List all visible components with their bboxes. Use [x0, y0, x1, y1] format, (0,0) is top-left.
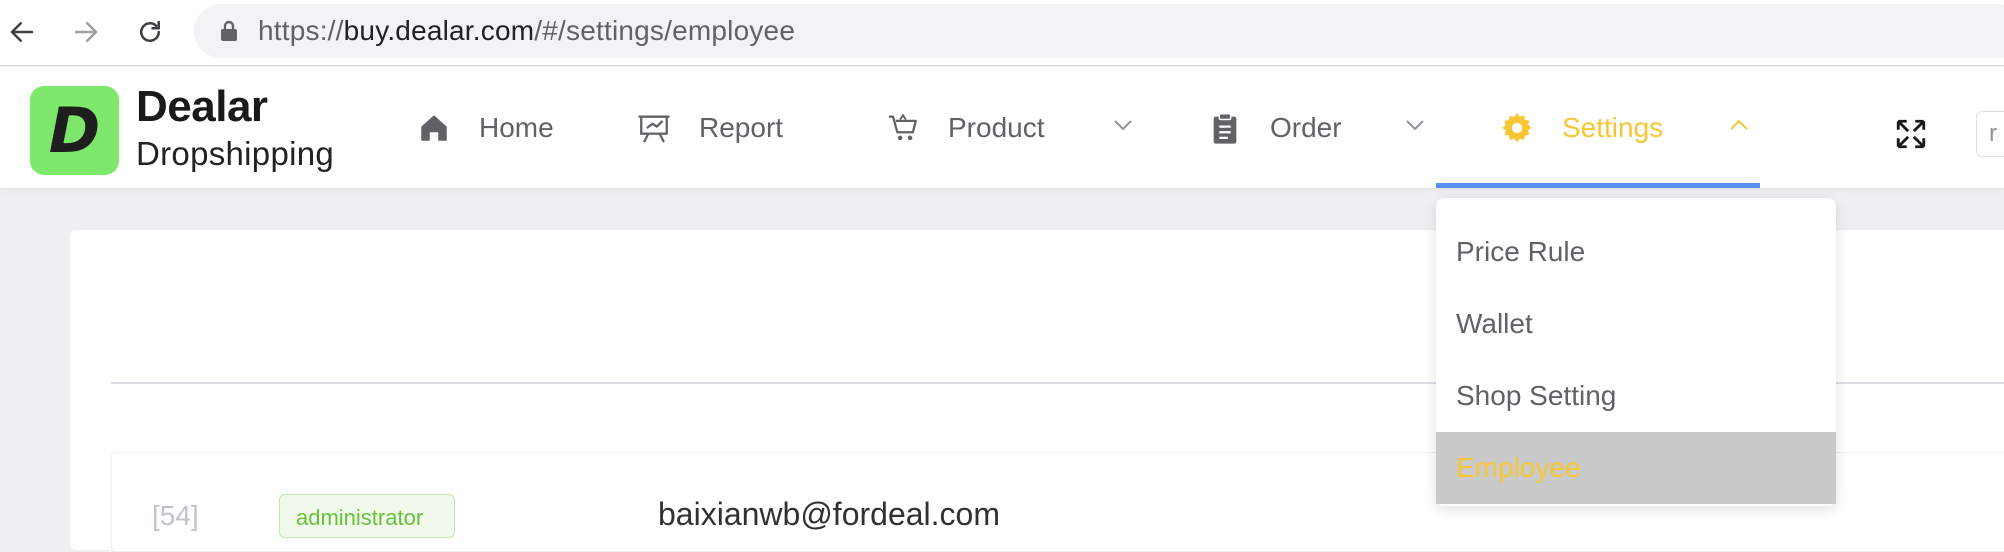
- lock-icon: [221, 20, 237, 41]
- logo-letter: D: [48, 93, 101, 167]
- fullscreen-icon[interactable]: [1894, 117, 1928, 151]
- menu-label-order: Order: [1270, 111, 1342, 143]
- brand-name: Dealar: [136, 82, 268, 131]
- shopping-cart-icon: [888, 112, 917, 140]
- browser-toolbar: https://buy.dealar.com/#/settings/employ…: [0, 0, 2004, 66]
- url-host: buy.dealar.com: [343, 15, 535, 46]
- arrow-left-icon: [10, 22, 34, 42]
- home-icon: [421, 114, 447, 141]
- clipboard-icon: [1213, 112, 1237, 144]
- menu-item-settings[interactable]: Settings: [1500, 67, 1663, 188]
- forward-button[interactable]: [64, 10, 108, 54]
- menu-label-settings: Settings: [1562, 111, 1664, 143]
- dropdown-item-employee[interactable]: Employee: [1436, 432, 1836, 504]
- dropdown-item-wallet[interactable]: Wallet: [1436, 288, 1836, 360]
- brand-subtitle: Dropshipping: [136, 135, 335, 172]
- order-chevron-down-icon[interactable]: [1405, 119, 1425, 131]
- menu-item-order[interactable]: Order: [1208, 67, 1342, 188]
- url-scheme: https://: [258, 15, 344, 46]
- menu-item-product[interactable]: Product: [886, 67, 1045, 188]
- url-path: /#/settings/employee: [534, 15, 796, 46]
- app-header: D Dealar Dropshipping Home Report Produc…: [0, 67, 2004, 188]
- menu-label-product: Product: [948, 111, 1045, 143]
- menu-item-report[interactable]: Report: [637, 67, 783, 188]
- menu-label-report: Report: [699, 111, 784, 143]
- active-menu-indicator: [1436, 183, 1760, 188]
- arrow-right-icon: [74, 22, 98, 42]
- employee-email: baixianwb@fordeal.com: [658, 496, 1000, 532]
- role-tag: administrator: [279, 494, 455, 538]
- reload-icon: [140, 20, 160, 42]
- settings-chevron-up-icon[interactable]: [1729, 119, 1749, 131]
- address-bar[interactable]: https://buy.dealar.com/#/settings/employ…: [194, 4, 2004, 58]
- settings-dropdown-menu: Price Rule Wallet Shop Setting Employee: [1436, 198, 1836, 506]
- dropdown-item-price-rule[interactable]: Price Rule: [1436, 216, 1836, 288]
- dropdown-item-shop-setting[interactable]: Shop Setting: [1436, 360, 1836, 432]
- employee-id: [54]: [152, 500, 199, 531]
- url-text: https://buy.dealar.com/#/settings/employ…: [258, 15, 795, 47]
- menu-item-home[interactable]: Home: [417, 67, 554, 188]
- back-button[interactable]: [0, 10, 44, 54]
- presentation-board-icon: [638, 115, 670, 143]
- menu-label-home: Home: [479, 111, 554, 143]
- header-search-input[interactable]: r: [1976, 111, 2004, 157]
- reload-button[interactable]: [128, 10, 172, 54]
- brand-logo[interactable]: D: [30, 86, 119, 175]
- product-chevron-down-icon[interactable]: [1113, 119, 1133, 131]
- gear-icon: [1502, 112, 1532, 142]
